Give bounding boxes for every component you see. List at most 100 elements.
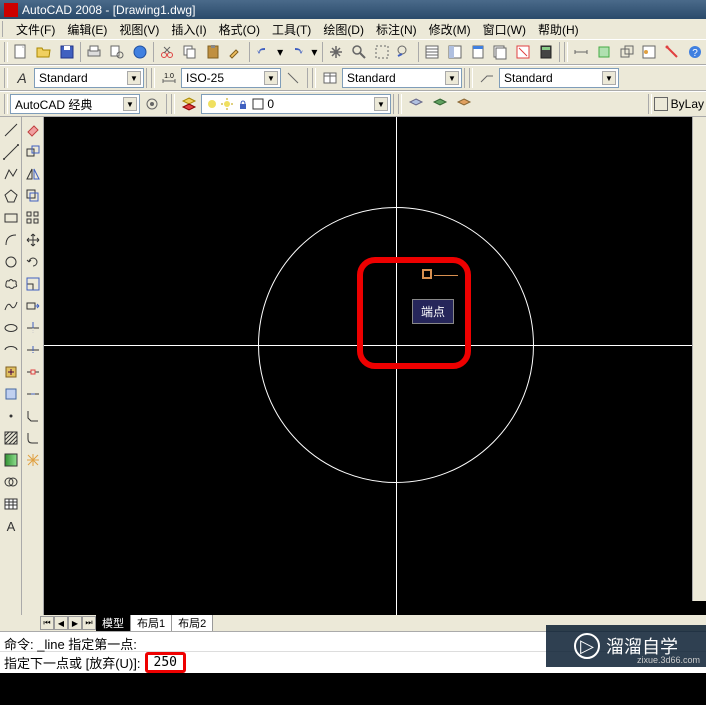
undo-button[interactable] (253, 41, 274, 63)
hatch-button[interactable] (1, 428, 21, 448)
circle-button[interactable] (1, 252, 21, 272)
zoom-prev-button[interactable] (394, 41, 415, 63)
vertical-scrollbar[interactable] (692, 117, 706, 601)
offset-button[interactable] (23, 186, 43, 206)
point-button[interactable] (1, 406, 21, 426)
scale-button[interactable] (23, 274, 43, 294)
tab-layout1[interactable]: 布局1 (131, 615, 172, 631)
text-style-select[interactable]: Standard ▼ (34, 68, 144, 88)
copy-button[interactable] (23, 142, 43, 162)
copy-button[interactable] (180, 41, 201, 63)
grip-icon[interactable] (151, 68, 155, 88)
layer-state-button[interactable] (429, 93, 451, 115)
dim-button[interactable] (282, 67, 304, 89)
zoom-window-button[interactable] (371, 41, 392, 63)
layer-select[interactable]: 0 ▼ (201, 94, 391, 114)
tab-nav-next[interactable]: ▶ (68, 616, 82, 630)
chevron-down-icon[interactable]: ▼ (374, 97, 388, 111)
region-button[interactable] (616, 41, 637, 63)
extend-button[interactable] (23, 340, 43, 360)
region-button[interactable] (1, 472, 21, 492)
mirror-button[interactable] (23, 164, 43, 184)
fillet-button[interactable] (23, 428, 43, 448)
paste-button[interactable] (202, 41, 223, 63)
workspace-settings-button[interactable] (141, 93, 163, 115)
tab-nav-first[interactable]: ⏮ (40, 616, 54, 630)
area-button[interactable] (594, 41, 615, 63)
make-block-button[interactable] (1, 384, 21, 404)
tool-palette-button[interactable] (467, 41, 488, 63)
dropdown-icon[interactable]: ▾ (275, 41, 284, 63)
menu-dimension[interactable]: 标注(N) (370, 21, 423, 38)
markup-button[interactable] (513, 41, 534, 63)
revcloud-button[interactable] (1, 274, 21, 294)
grip-icon[interactable] (564, 42, 568, 62)
publish-button[interactable] (129, 41, 150, 63)
dim-style-select[interactable]: ISO-25 ▼ (181, 68, 281, 88)
rectangle-button[interactable] (1, 208, 21, 228)
plot-button[interactable] (84, 41, 105, 63)
chevron-down-icon[interactable]: ▼ (123, 97, 137, 111)
menu-view[interactable]: 视图(V) (113, 21, 165, 38)
explode-button[interactable] (23, 450, 43, 470)
stretch-button[interactable] (23, 296, 43, 316)
grip-icon[interactable] (648, 94, 652, 114)
menu-draw[interactable]: 绘图(D) (317, 21, 370, 38)
id-button[interactable] (662, 41, 683, 63)
ellipse-button[interactable] (1, 318, 21, 338)
rotate-button[interactable] (23, 252, 43, 272)
dropdown-icon[interactable]: ▾ (310, 41, 319, 63)
break-button[interactable] (23, 362, 43, 382)
tab-layout2[interactable]: 布局2 (172, 615, 213, 631)
list-button[interactable] (639, 41, 660, 63)
drawing-canvas[interactable]: 端点 (44, 117, 706, 615)
move-button[interactable] (23, 230, 43, 250)
distance-button[interactable] (571, 41, 592, 63)
bylayer-checkbox[interactable] (654, 97, 668, 111)
spline-button[interactable] (1, 296, 21, 316)
table-button[interactable] (1, 494, 21, 514)
chevron-down-icon[interactable]: ▼ (127, 71, 141, 85)
polygon-button[interactable] (1, 186, 21, 206)
gradient-button[interactable] (1, 450, 21, 470)
match-prop-button[interactable] (225, 41, 246, 63)
mtext-button[interactable]: A (1, 516, 21, 536)
erase-button[interactable] (23, 120, 43, 140)
menu-file[interactable]: 文件(F) (10, 21, 61, 38)
sheet-set-button[interactable] (490, 41, 511, 63)
grip-icon[interactable] (312, 68, 316, 88)
menu-tools[interactable]: 工具(T) (266, 21, 317, 38)
polyline-button[interactable] (1, 164, 21, 184)
grip-icon[interactable] (171, 94, 175, 114)
properties-button[interactable] (422, 41, 443, 63)
save-button[interactable] (56, 41, 77, 63)
join-button[interactable] (23, 384, 43, 404)
ellipse-arc-button[interactable] (1, 340, 21, 360)
line-button[interactable] (1, 120, 21, 140)
command-input[interactable]: 250 (145, 652, 186, 673)
tab-model[interactable]: 模型 (96, 615, 131, 631)
redo-button[interactable] (287, 41, 308, 63)
pan-button[interactable] (326, 41, 347, 63)
menu-format[interactable]: 格式(O) (213, 21, 266, 38)
design-center-button[interactable] (444, 41, 465, 63)
calculator-button[interactable] (535, 41, 556, 63)
grip-icon[interactable] (4, 68, 8, 88)
help-button[interactable]: ? (684, 41, 705, 63)
menu-help[interactable]: 帮助(H) (532, 21, 585, 38)
layer-props-button[interactable] (178, 93, 200, 115)
menu-modify[interactable]: 修改(M) (423, 21, 477, 38)
chevron-down-icon[interactable]: ▼ (602, 71, 616, 85)
grip-icon[interactable] (4, 94, 8, 114)
table-style-button[interactable] (319, 67, 341, 89)
chevron-down-icon[interactable]: ▼ (445, 71, 459, 85)
dim-style-button[interactable]: 1.0 (158, 67, 180, 89)
mleader-style-select[interactable]: Standard ▼ (499, 68, 619, 88)
arc-button[interactable] (1, 230, 21, 250)
zoom-button[interactable] (349, 41, 370, 63)
menu-edit[interactable]: 编辑(E) (61, 21, 113, 38)
array-button[interactable] (23, 208, 43, 228)
grip-icon[interactable] (469, 68, 473, 88)
table-style-select[interactable]: Standard ▼ (342, 68, 462, 88)
preview-button[interactable] (107, 41, 128, 63)
